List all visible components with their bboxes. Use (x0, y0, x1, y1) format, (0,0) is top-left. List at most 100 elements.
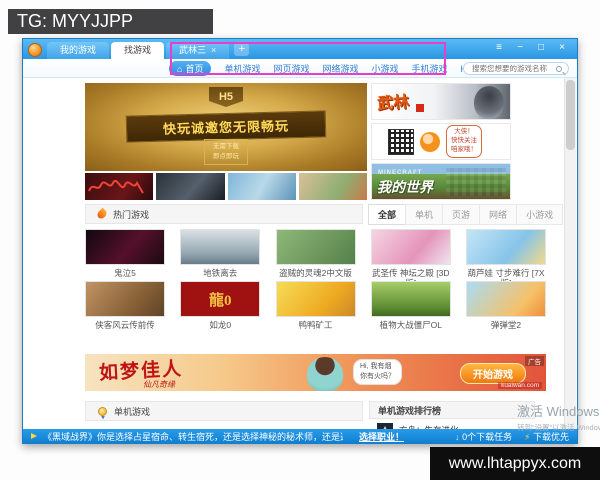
game-thumbnail[interactable] (371, 281, 451, 317)
scrollbar-thumb[interactable] (566, 80, 575, 150)
tab-find-games[interactable]: 找游戏 (111, 42, 164, 59)
banner-thumb-3[interactable] (228, 173, 296, 200)
game-title: 弹弹堂2 (466, 320, 546, 330)
ad-character-art (307, 357, 343, 391)
nav-item-mobile-games[interactable]: 手机游戏 (412, 62, 448, 75)
side-banner-column: 武林 大侠！ 快快关注 咱家哦！ MINECRAFT 我的世界 (371, 83, 511, 203)
character-art (474, 86, 504, 119)
search-input[interactable] (464, 64, 556, 73)
download-tasks[interactable]: ↓ 0个下载任务 (455, 430, 512, 443)
monkey-mascot-icon (420, 132, 440, 152)
game-thumbnail[interactable]: 龍0 (180, 281, 260, 317)
filter-webgame[interactable]: 页游 (442, 204, 480, 225)
tab-close-icon[interactable]: × (211, 42, 216, 59)
nav-item-online-games[interactable]: 网络游戏 (322, 62, 358, 75)
wulin3-banner[interactable]: 武林 (371, 83, 511, 120)
game-thumbnail[interactable] (276, 229, 356, 265)
game-thumbnail[interactable] (180, 229, 260, 265)
game-thumbnail[interactable] (466, 281, 546, 317)
game-card[interactable]: 植物大战僵尸OL (371, 281, 451, 330)
lightning-icon: ⚡ (524, 432, 530, 442)
maximize-button[interactable]: □ (535, 42, 547, 54)
banner-subtitle: 无需下载 即点即玩 (204, 139, 248, 165)
speech-bubble: 大侠！ 快快关注 咱家哦！ (446, 125, 482, 157)
game-card[interactable]: 地铁离去 (180, 229, 260, 288)
announcement-text: 《黑域战界》你是选择占星宿命、转生宿死，还是选择神秘的秘术师，还是选择结盟 (43, 430, 343, 443)
nav-item-webpage-games[interactable]: 网页游戏 (273, 62, 309, 75)
game-card[interactable]: 武圣传 神坛之殿 [3D版] (371, 229, 451, 288)
qr-follow-banner[interactable]: 大侠！ 快快关注 咱家哦！ (371, 123, 511, 160)
game-thumbnail[interactable] (466, 229, 546, 265)
title-bar: 我的游戏 找游戏 武林三 × + ≡ − □ × (23, 39, 577, 59)
section-title: 单机游戏 (114, 405, 150, 418)
site-watermark: www.lhtappyx.com (430, 447, 600, 480)
hot-games-filters: 全部 单机 页游 网络 小游戏 (369, 204, 563, 225)
minecraft-banner[interactable]: MINECRAFT 我的世界 (371, 163, 511, 200)
nav-item-standalone-games[interactable]: 单机游戏 (224, 62, 260, 75)
banner-thumb-1[interactable] (85, 173, 153, 200)
ad-subtitle: 仙凡奇缘 (143, 379, 175, 390)
game-card[interactable]: 弹弹堂2 (466, 281, 546, 330)
tab-my-games[interactable]: 我的游戏 (47, 42, 109, 59)
banner-thumb-4[interactable] (299, 173, 367, 200)
cover-art-text: 龍0 (209, 289, 232, 310)
wulin-logo: 武林 (376, 88, 410, 114)
start-game-button[interactable]: 开始游戏 (460, 363, 526, 384)
filter-all[interactable]: 全部 (368, 204, 406, 225)
nav-item-home[interactable]: ⌂ 首页 (169, 61, 211, 76)
app-window: 我的游戏 找游戏 武林三 × + ≡ − □ × ⌂ 首页 (22, 38, 578, 444)
home-icon: ⌂ (177, 64, 182, 74)
window-controls: ≡ − □ × (493, 42, 568, 54)
banner-title: 快玩诚邀您无限畅玩 (126, 110, 327, 142)
filter-mini[interactable]: 小游戏 (516, 204, 563, 225)
ad-speech-bubble: Hi, 我有烟你有火吗？ (353, 359, 402, 385)
filter-standalone[interactable]: 单机 (405, 204, 443, 225)
search-box[interactable] (463, 62, 569, 75)
game-card[interactable]: 盗贼的灵魂2中文版 (276, 229, 356, 288)
filter-online[interactable]: 网络 (479, 204, 517, 225)
main-promo-banner[interactable]: H5 快玩诚邀您无限畅玩 无需下载 即点即玩 (85, 83, 367, 171)
nav-item-mini-games[interactable]: 小游戏 (372, 62, 399, 75)
game-grid-row-2: 侠客风云传前传 龍0 如龙0 鸭鸭矿工 植物大战僵尸OL (85, 281, 546, 330)
choose-class-link[interactable]: 选择职业！ (359, 430, 404, 443)
tg-watermark: TG: MYYJJPP (8, 9, 213, 34)
game-title: 侠客风云传前传 (85, 320, 165, 330)
qr-code (388, 129, 414, 155)
game-card[interactable]: 侠客风云传前传 (85, 281, 165, 330)
game-card[interactable]: 鸭鸭矿工 (276, 281, 356, 330)
game-card[interactable]: 葫芦娃 寸步难行 [7X版] (466, 229, 546, 288)
search-icon[interactable] (556, 66, 562, 72)
game-card[interactable]: 鬼泣5 (85, 229, 165, 288)
game-thumbnail[interactable] (85, 229, 165, 265)
medal-icon (98, 407, 107, 416)
game-title: 如龙0 (180, 320, 260, 330)
game-thumbnail[interactable] (85, 281, 165, 317)
announcement-icon (31, 433, 37, 439)
close-button[interactable]: × (556, 42, 568, 54)
game-title: 鸭鸭矿工 (276, 320, 356, 330)
game-thumbnail[interactable] (371, 229, 451, 265)
new-tab-button[interactable]: + (234, 43, 249, 56)
ad-banner[interactable]: 如梦佳人 仙凡奇缘 Hi, 我有烟你有火吗？ 开始游戏 广告 kuaiwan.c… (85, 354, 546, 391)
tab-label: 我的游戏 (60, 42, 96, 59)
minecraft-brand: MINECRAFT (378, 170, 422, 176)
scrollbar[interactable] (564, 78, 576, 429)
game-card[interactable]: 龍0 如龙0 (180, 281, 260, 330)
app-logo-icon[interactable] (28, 43, 42, 57)
desktop: 我的游戏 找游戏 武林三 × + ≡ − □ × ⌂ 首页 (0, 0, 600, 480)
banner-thumb-2[interactable] (156, 173, 224, 200)
block-art (446, 168, 506, 196)
game-title: 鬼泣5 (85, 268, 165, 278)
tab-wulin3[interactable]: 武林三 × (166, 42, 229, 59)
minecraft-title: 我的世界 (377, 177, 433, 197)
minimize-button[interactable]: − (514, 42, 526, 54)
tab-label: 找游戏 (124, 42, 151, 59)
windows-activation-watermark: 激活 Windows 转到“设置”以激活 Windows。 (517, 401, 600, 433)
menu-icon[interactable]: ≡ (493, 42, 505, 54)
game-thumbnail[interactable] (276, 281, 356, 317)
game-title: 地铁离去 (180, 268, 260, 278)
tab-label: 武林三 (179, 42, 206, 59)
nav-label: 首页 (185, 62, 203, 75)
red-script-scrawl (85, 173, 153, 200)
flame-icon (96, 208, 109, 221)
